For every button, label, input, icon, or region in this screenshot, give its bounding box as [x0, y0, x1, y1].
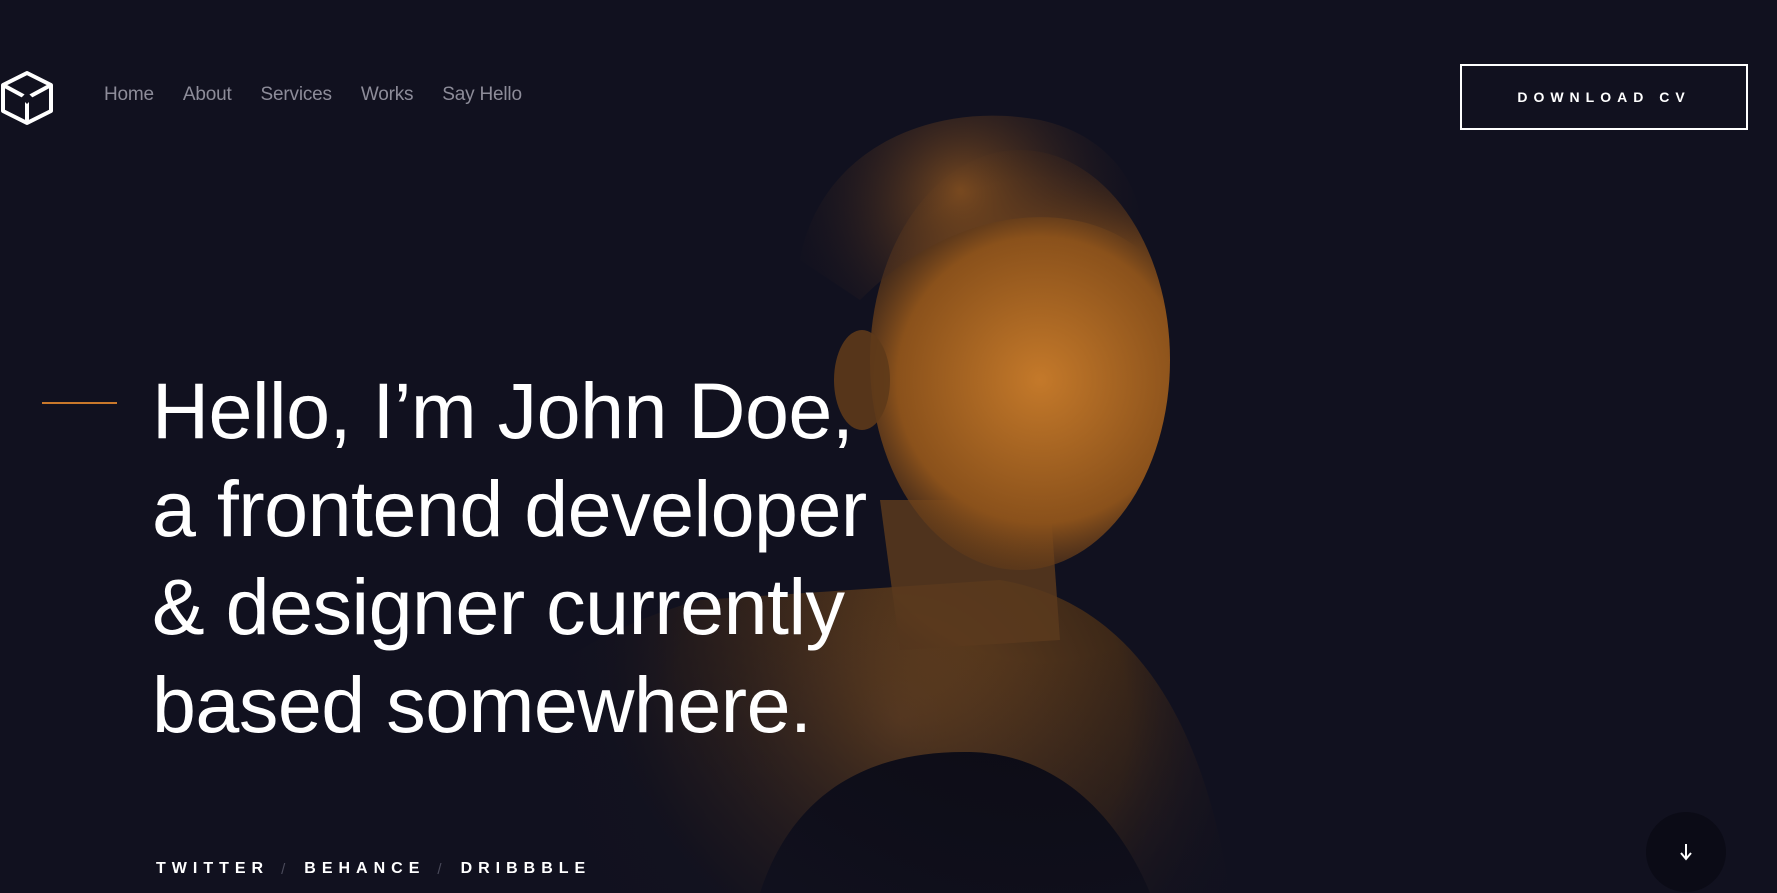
scroll-down-button[interactable] [1646, 812, 1726, 892]
social-dribbble-link[interactable]: DRIBBBLE [461, 860, 592, 878]
social-separator: / [281, 860, 286, 878]
hero-headline: Hello, I’m John Doe, a frontend develope… [152, 362, 972, 754]
hero-line-2: a frontend developer [152, 464, 867, 553]
nav-about[interactable]: About [183, 84, 232, 106]
nav-works[interactable]: Works [361, 84, 414, 106]
hero-line-4: based somewhere. [152, 660, 812, 749]
nav-services[interactable]: Services [261, 84, 332, 106]
hero-line-3: & designer currently [152, 562, 845, 651]
nav-say-hello[interactable]: Say Hello [442, 84, 522, 106]
hero-line-1: Hello, I’m John Doe, [152, 366, 854, 455]
arrow-down-icon [1680, 844, 1692, 861]
social-links: TWITTER / BEHANCE / DRIBBBLE [156, 860, 591, 878]
cube-logo-icon [1, 71, 53, 125]
main-nav: Home About Services Works Say Hello [104, 84, 551, 106]
social-separator: / [437, 860, 442, 878]
social-behance-link[interactable]: BEHANCE [304, 860, 425, 878]
download-cv-button[interactable]: DOWNLOAD CV [1460, 64, 1748, 130]
nav-home[interactable]: Home [104, 84, 154, 106]
accent-line [42, 402, 117, 404]
logo[interactable] [0, 70, 54, 126]
social-twitter-link[interactable]: TWITTER [156, 860, 269, 878]
